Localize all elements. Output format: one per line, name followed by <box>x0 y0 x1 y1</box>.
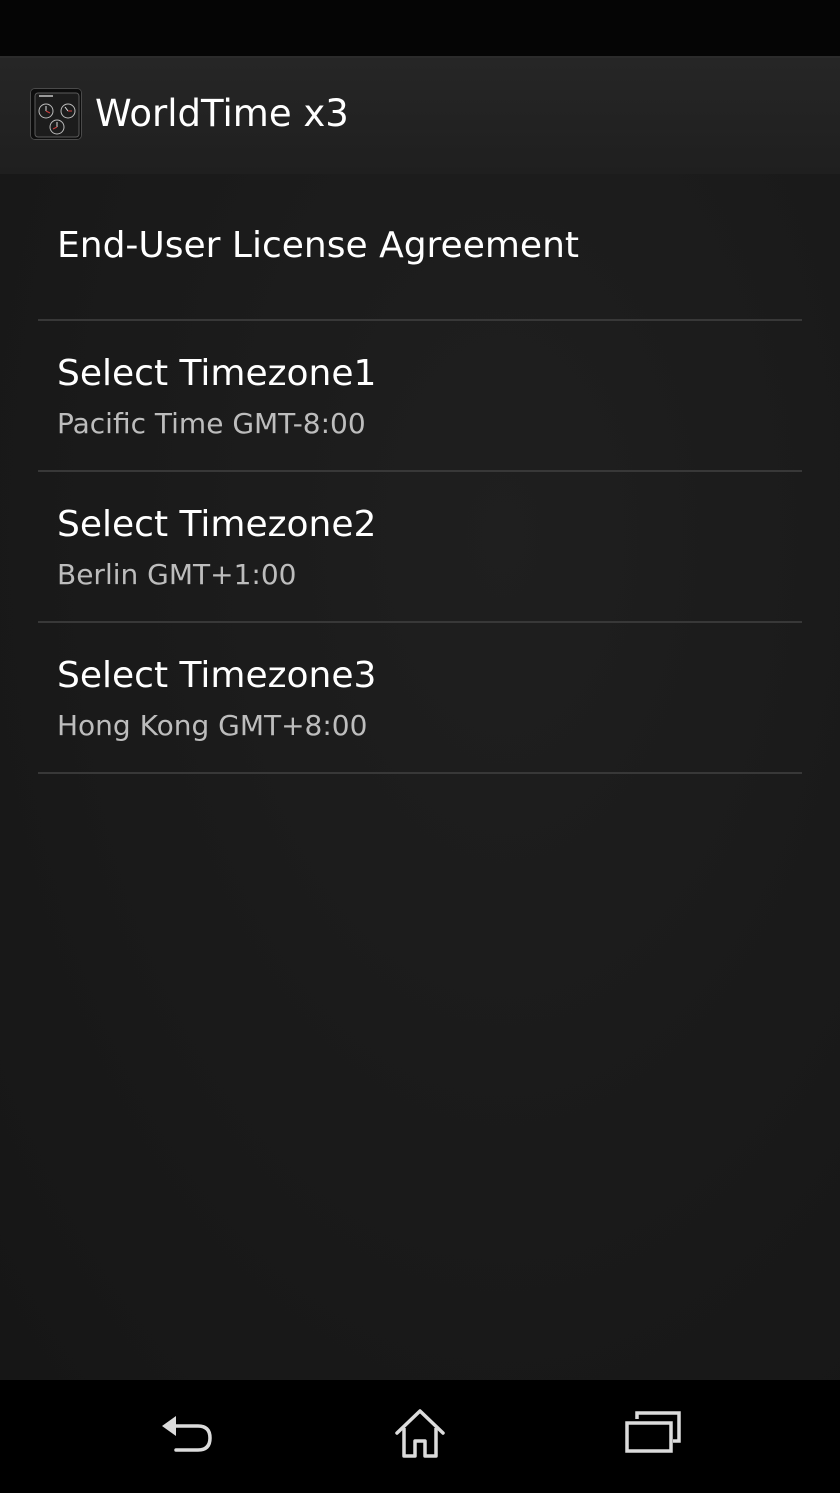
timezone3-summary: Hong Kong GMT+8:00 <box>57 709 368 742</box>
status-bar <box>0 0 840 58</box>
timezone2-preference[interactable]: Select Timezone2 Berlin GMT+1:00 <box>38 472 802 623</box>
timezone3-title: Select Timezone3 <box>57 655 377 696</box>
back-icon <box>158 1412 218 1458</box>
timezone1-preference[interactable]: Select Timezone1 Pacific Time GMT-8:00 <box>38 321 802 472</box>
timezone1-summary: Pacific Time GMT-8:00 <box>57 407 366 440</box>
recent-apps-button[interactable] <box>608 1400 698 1470</box>
timezone3-preference[interactable]: Select Timezone3 Hong Kong GMT+8:00 <box>38 623 802 774</box>
phone-screen: WorldTime x3 End-User License Agreement … <box>0 0 840 1493</box>
timezone2-summary: Berlin GMT+1:00 <box>57 558 297 591</box>
eula-title: End-User License Agreement <box>57 225 579 266</box>
action-bar: WorldTime x3 <box>0 58 840 174</box>
home-button[interactable] <box>375 1400 465 1470</box>
back-button[interactable] <box>143 1400 233 1470</box>
eula-preference[interactable]: End-User License Agreement <box>38 174 802 321</box>
navigation-bar <box>0 1380 840 1493</box>
preferences-list: End-User License Agreement Select Timezo… <box>0 174 840 1380</box>
timezone2-title: Select Timezone2 <box>57 504 377 545</box>
timezone1-title: Select Timezone1 <box>57 353 377 394</box>
home-icon <box>392 1406 448 1464</box>
worldtime-app-icon <box>30 88 82 140</box>
app-title: WorldTime x3 <box>95 92 349 135</box>
recent-apps-icon <box>623 1411 683 1459</box>
